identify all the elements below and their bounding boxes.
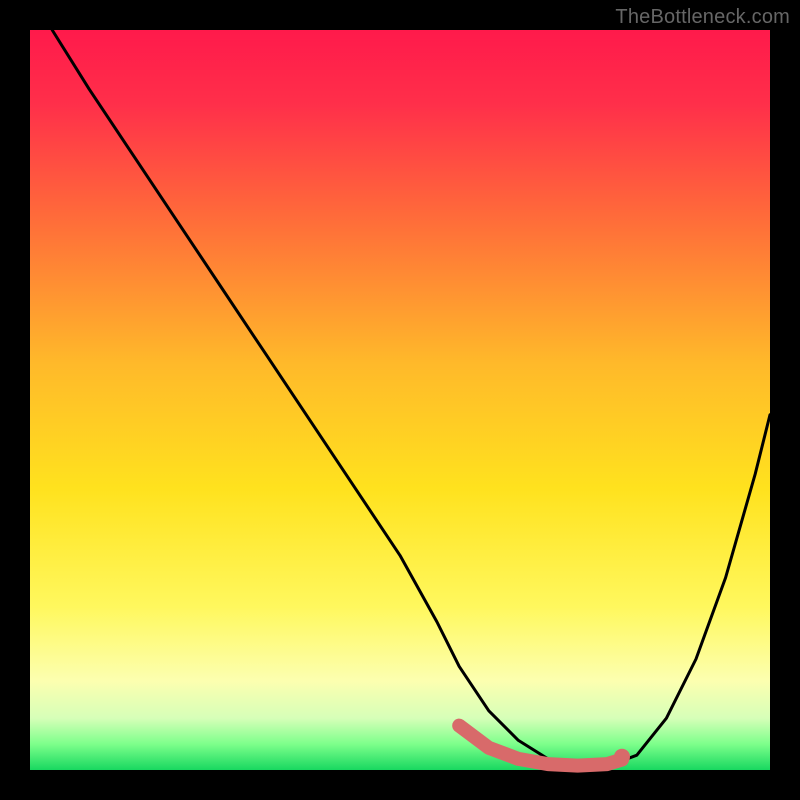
plot-area [30,30,770,770]
optimal-point-marker [614,749,630,765]
gradient-background [30,30,770,770]
attribution-text: TheBottleneck.com [615,6,790,29]
chart-svg [30,30,770,770]
chart-frame: TheBottleneck.com [0,0,800,800]
